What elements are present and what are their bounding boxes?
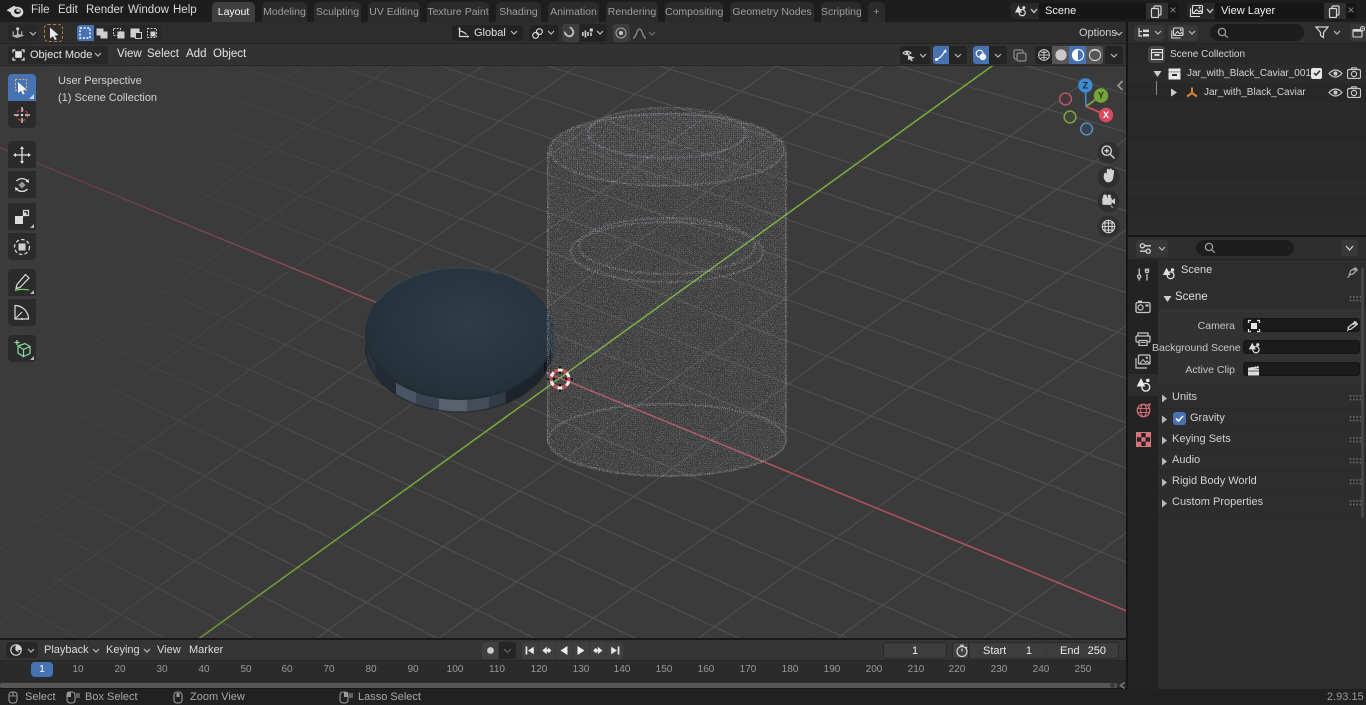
- svg-text:X: X: [1103, 110, 1109, 120]
- svg-text:User Perspective: User Perspective: [58, 75, 142, 87]
- svg-text:Y: Y: [1098, 91, 1104, 101]
- svg-text:Z: Z: [1083, 81, 1089, 91]
- svg-text:(1) Scene Collection: (1) Scene Collection: [58, 92, 157, 104]
